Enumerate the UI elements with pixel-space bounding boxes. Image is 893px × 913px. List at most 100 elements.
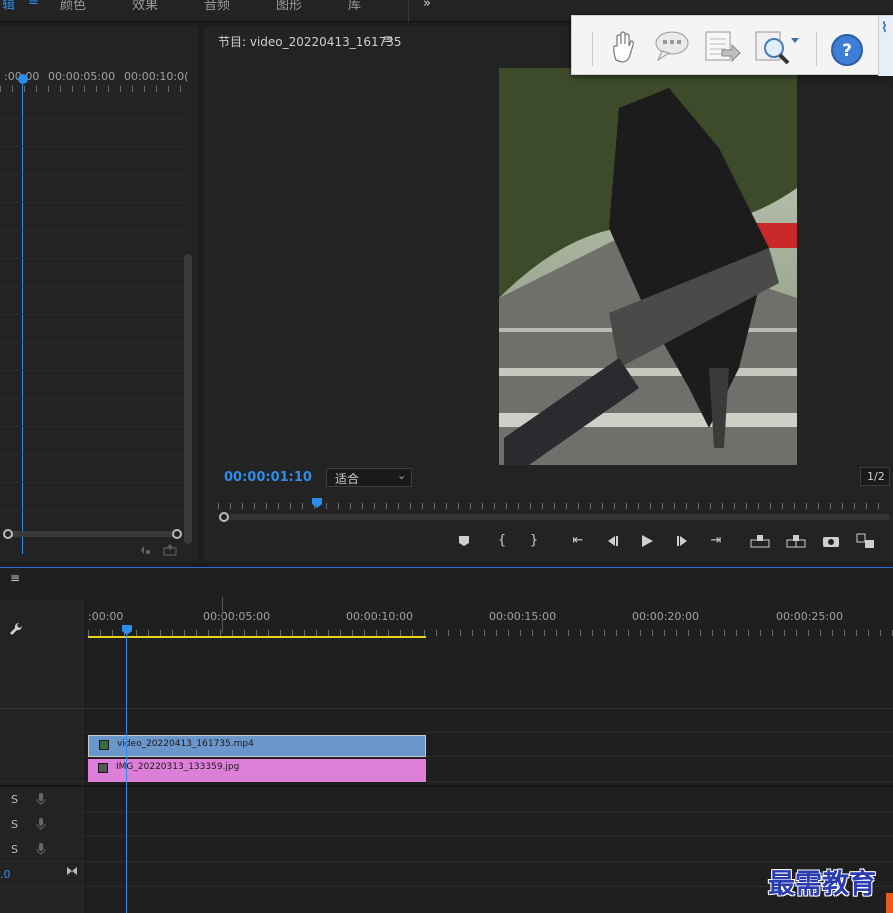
panel-edge-icon: ⌇ [881,20,888,36]
source-ruler-label: 00:00:05:00 [48,70,116,83]
solo-button[interactable]: S [11,793,18,806]
divider [0,314,183,315]
timeline-ruler-label: 00:00:20:00 [632,610,700,623]
extract-icon[interactable] [786,534,806,548]
go-to-out-icon[interactable]: ⇥ [706,533,726,548]
divider [0,398,183,399]
master-track-icon[interactable] [66,866,78,876]
image-clip[interactable]: IMG_20220313_133359.jpg [88,759,426,782]
svg-text:?: ? [842,41,852,61]
help-icon[interactable]: ? [830,33,864,67]
wrench-icon[interactable] [8,621,24,637]
timeline-menu-icon[interactable]: ≡ [10,571,20,585]
workspace-tab-color[interactable]: 颜色 [60,0,86,13]
solo-button[interactable]: S [11,818,18,831]
source-ruler-ticks [0,86,183,92]
timeline-ruler-label: 00:00:10:00 [346,610,414,623]
export-document-icon[interactable] [702,30,742,64]
watermark-logo: 最需教育 [768,869,876,900]
corner-logo [886,893,893,913]
divider [0,118,183,119]
microphone-icon[interactable] [36,792,46,806]
source-playhead-line [22,84,23,554]
track-v3 [0,709,893,733]
play-icon[interactable] [640,534,654,548]
fx-badge-icon [98,763,108,773]
zoom-handle-left[interactable] [3,529,13,539]
video-clip[interactable]: video_20220413_161735.mp4 [88,735,426,757]
source-zoom-bar[interactable] [4,531,180,537]
timeline-playhead-line [126,634,127,913]
hand-tool-icon[interactable] [610,30,636,64]
divider [816,32,817,66]
source-ruler-label: 00:00:10:0( [124,70,189,83]
divider [0,342,183,343]
fit-dropdown-value: 适合 [335,472,360,486]
panel-edge: ⌇ [878,16,893,76]
resolution-dropdown[interactable]: 1/2 [860,467,890,486]
export-icon[interactable] [162,544,178,556]
timeline-marker-line [222,597,223,633]
clip-label: IMG_20220313_133359.jpg [116,762,240,772]
program-menu-icon[interactable]: ≡ [383,32,393,46]
comment-icon[interactable] [654,30,690,62]
workspace-tab-graphics[interactable]: 图形 [276,0,302,13]
solo-button[interactable]: S [11,843,18,856]
step-forward-icon[interactable] [676,535,690,547]
find-icon[interactable] [754,26,800,68]
step-back-icon[interactable] [605,535,619,547]
timeline-ruler-label: 00:00:15:00 [489,610,557,623]
program-scrubber[interactable] [218,514,890,520]
timeline-ruler-label: 00:00:25:00 [776,610,844,623]
divider [0,286,183,287]
master-volume-value[interactable]: .0 [0,868,11,881]
microphone-icon[interactable] [36,842,46,856]
program-title: 节目: video_20220413_161735 [218,35,402,49]
source-playhead-handle[interactable] [18,74,28,84]
divider [592,32,593,66]
workspace-overflow-icon[interactable]: » [423,0,431,11]
video-frame-image [499,68,797,465]
work-area-bar[interactable] [88,636,426,638]
fit-dropdown[interactable]: 适合 ⌄ [326,468,412,487]
track-a2 [0,813,893,837]
workspace-tab-audio[interactable]: 音频 [204,0,230,13]
divider [0,230,183,231]
mark-out-icon[interactable]: } [524,533,544,548]
divider [0,482,183,483]
divider [0,258,183,259]
zoom-handle-right[interactable] [172,529,182,539]
track-master [0,863,893,887]
clip-label: video_20220413_161735.mp4 [117,739,254,749]
workspace-tab-effects[interactable]: 效果 [132,0,158,13]
microphone-icon[interactable] [36,817,46,831]
divider [0,454,183,455]
mark-in-icon[interactable]: { [492,533,512,548]
timeline-ruler-label: 00:00:05:00 [203,610,271,623]
divider [0,510,183,511]
go-to-in-icon[interactable]: ⇤ [568,533,588,548]
divider [0,426,183,427]
workspace-tab-library[interactable]: 库 [348,0,361,13]
resolution-value: 1/2 [867,470,885,483]
divider [408,0,409,22]
workspace-tab-edit[interactable]: 辑 [2,0,15,13]
track-a3 [0,838,893,862]
divider [0,174,183,175]
source-panel: :00:00 00:00:05:00 00:00:10:0( [0,26,198,562]
add-marker-icon[interactable] [458,535,470,547]
chevron-down-icon: ⌄ [397,469,407,482]
lift-icon[interactable] [750,534,770,548]
divider [0,146,183,147]
source-scrollbar[interactable] [184,254,192,544]
divider [0,785,893,787]
camera-icon[interactable] [822,534,840,548]
video-preview [499,68,797,465]
pdf-toolbar: ? ⌇ [571,15,893,76]
program-timecode[interactable]: 00:00:01:10 [224,470,312,485]
audio-only-icon[interactable] [136,544,152,556]
fx-badge-icon [99,740,109,750]
scrubber-handle-left[interactable] [219,512,229,522]
workspace-menu-icon[interactable]: ≡ [28,0,39,9]
button-editor-icon[interactable] [856,533,876,549]
